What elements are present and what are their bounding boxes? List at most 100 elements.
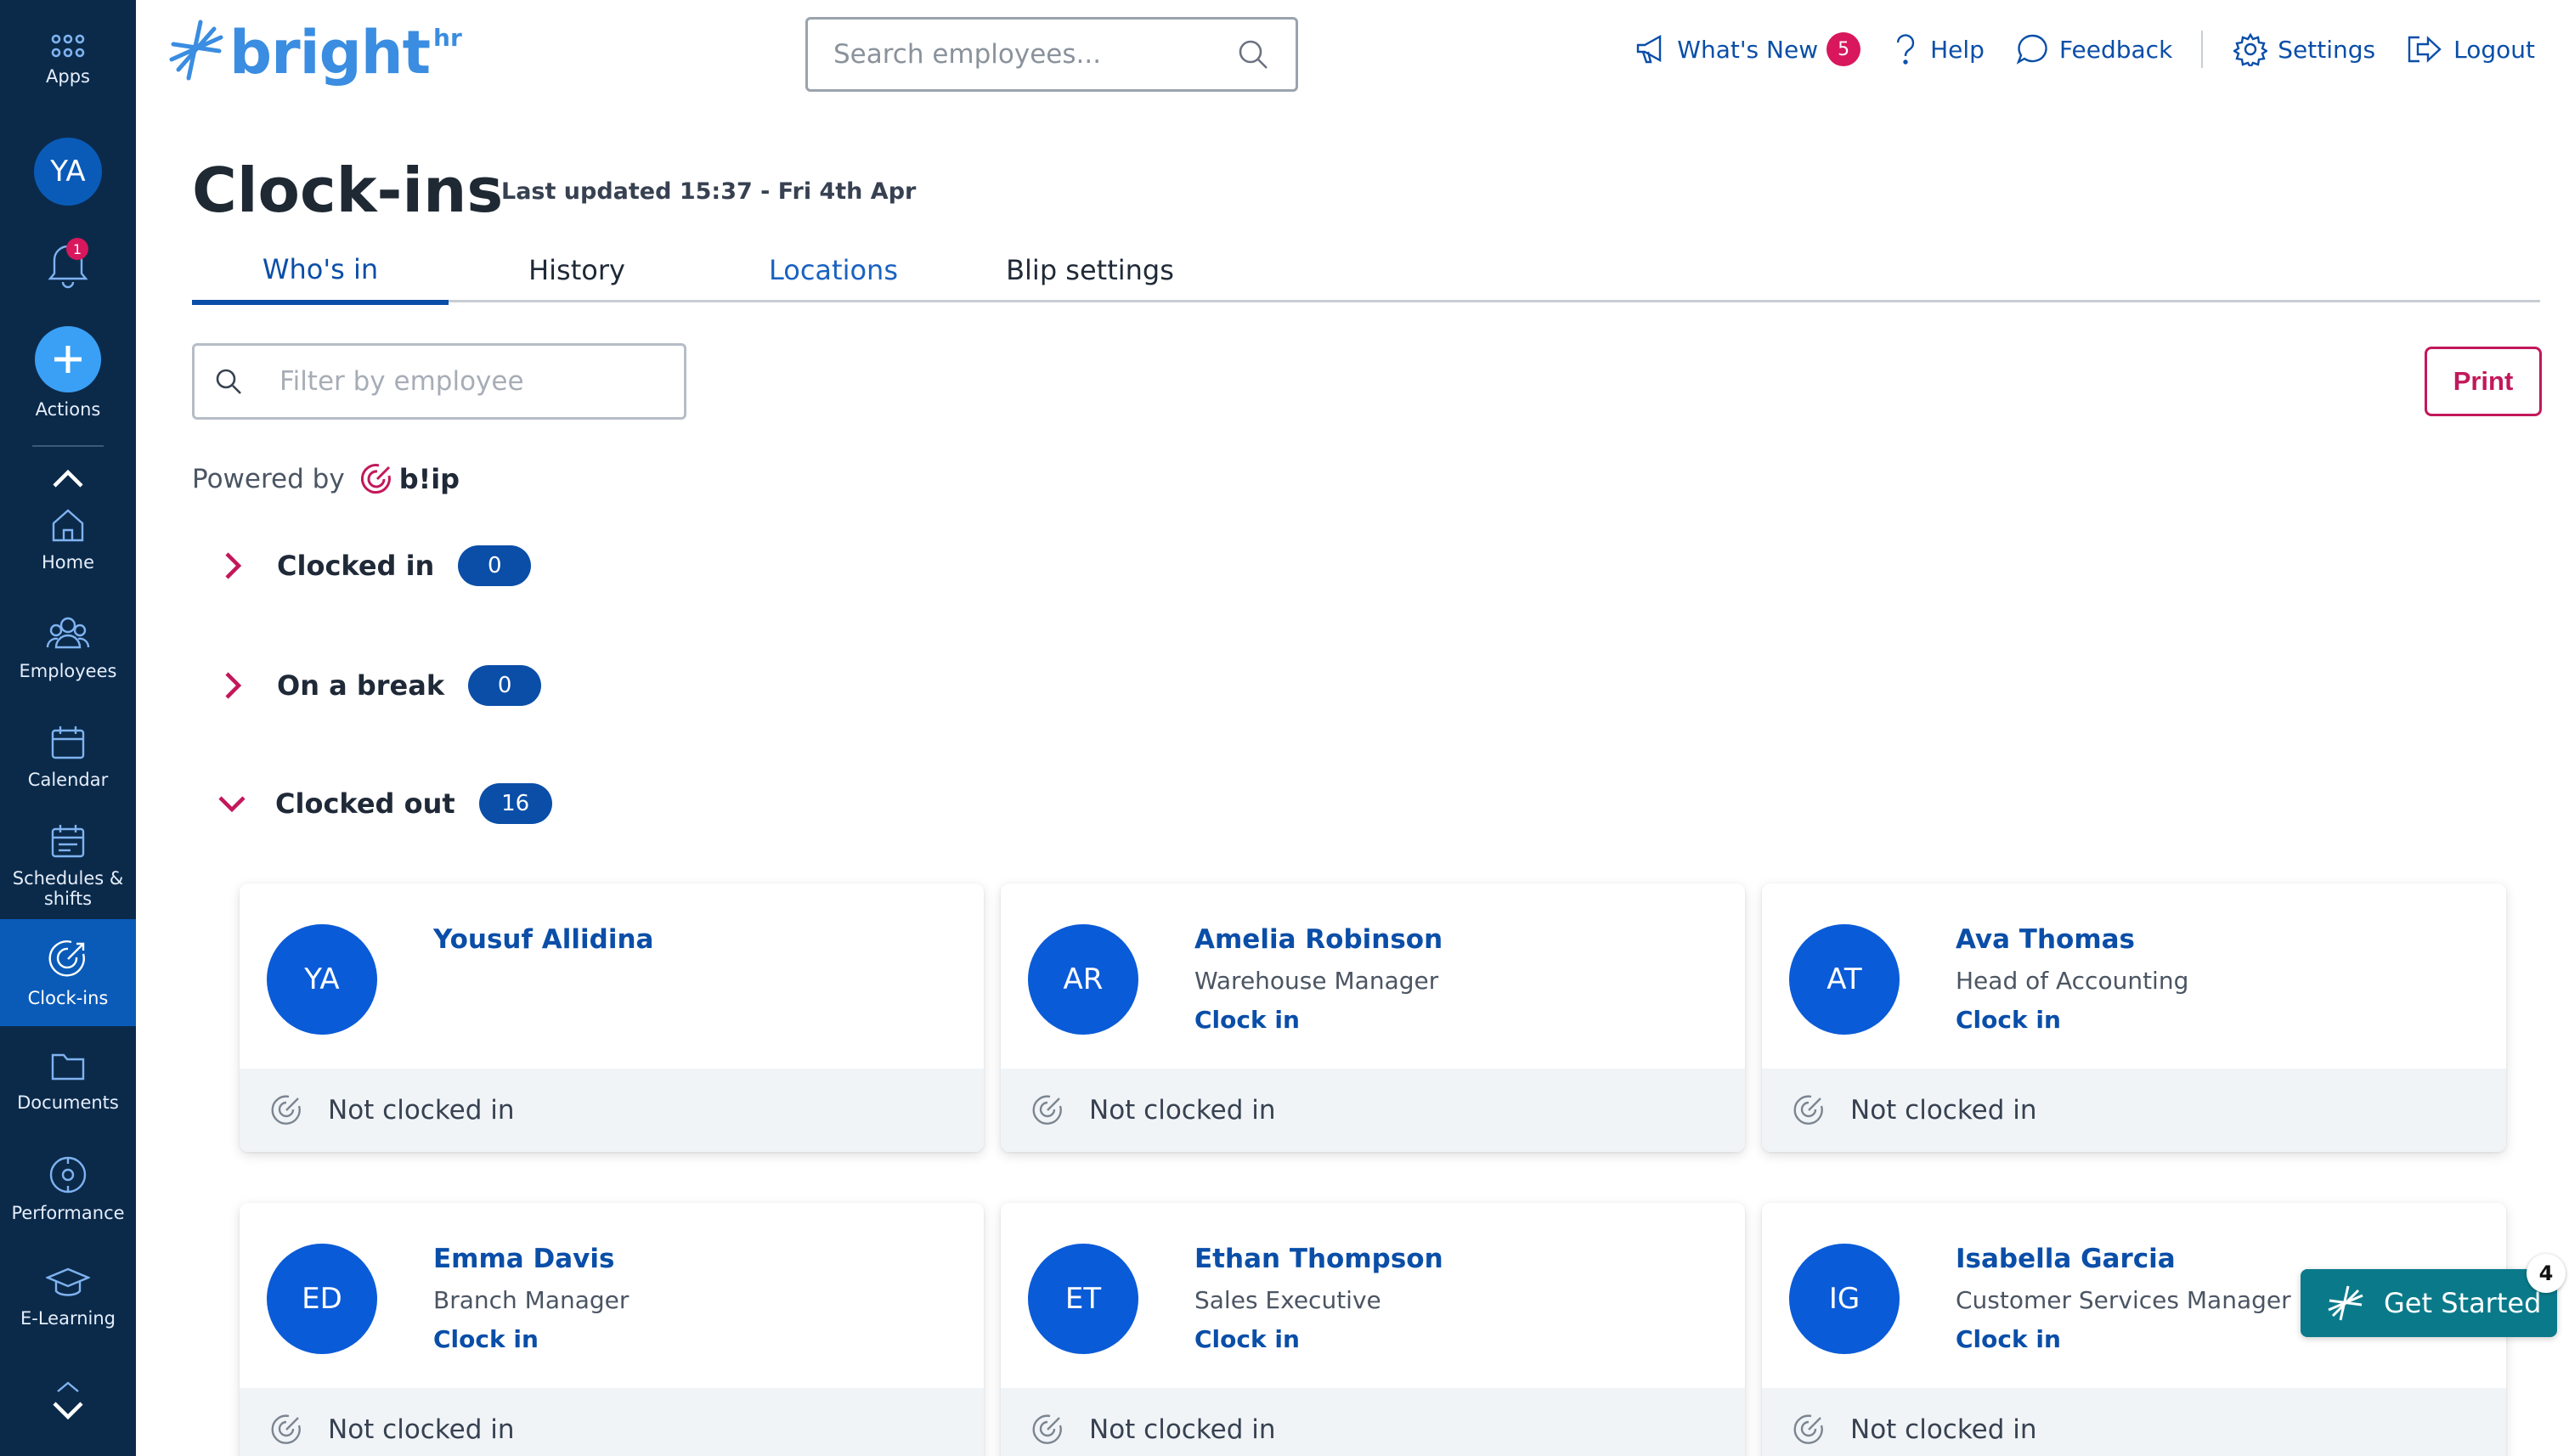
group-clocked-in[interactable]: Clocked in 0 bbox=[223, 545, 532, 586]
employee-role: Head of Accounting bbox=[1956, 967, 2189, 995]
brand-spark-icon bbox=[169, 20, 223, 81]
employee-card[interactable]: ED Emma Davis Branch Manager Clock in No… bbox=[240, 1203, 984, 1456]
get-started-label: Get Started bbox=[2384, 1287, 2542, 1319]
employee-role: Branch Manager bbox=[433, 1286, 630, 1314]
get-started-button[interactable]: Get Started bbox=[2301, 1269, 2557, 1337]
logout-link[interactable]: Logout bbox=[2406, 34, 2535, 65]
notification-badge: 1 bbox=[66, 238, 88, 260]
tab-blip-settings[interactable]: Blip settings bbox=[962, 243, 1218, 302]
employee-search-input[interactable] bbox=[833, 39, 1236, 70]
clock-in-link[interactable]: Clock in bbox=[1956, 1006, 2061, 1034]
group-on-a-break[interactable]: On a break 0 bbox=[223, 665, 542, 706]
employee-avatar: ET bbox=[1028, 1244, 1138, 1354]
performance-icon bbox=[49, 1156, 87, 1194]
last-updated-text: Last updated 15:37 - Fri 4th Apr bbox=[501, 178, 917, 205]
tab-history[interactable]: History bbox=[449, 243, 705, 302]
plus-icon bbox=[54, 346, 82, 373]
sidebar-item-label: E-Learning bbox=[20, 1308, 116, 1329]
sidebar-item-e-learning[interactable]: E-Learning bbox=[0, 1264, 136, 1329]
megaphone-icon bbox=[1637, 34, 1662, 64]
help-link[interactable]: Help bbox=[1891, 32, 1985, 66]
print-button[interactable]: Print bbox=[2425, 347, 2542, 416]
clock-status-text: Not clocked in bbox=[1850, 1414, 2037, 1445]
employee-avatar: AT bbox=[1789, 924, 1900, 1035]
user-avatar-button[interactable]: YA bbox=[0, 138, 136, 206]
apps-launcher[interactable]: Apps bbox=[0, 32, 136, 87]
clock-ins-icon bbox=[271, 1095, 301, 1125]
employee-role: Sales Executive bbox=[1194, 1286, 1381, 1314]
tab-locations[interactable]: Locations bbox=[705, 243, 962, 302]
clock-status: Not clocked in bbox=[240, 1388, 984, 1456]
home-icon bbox=[52, 509, 84, 542]
employee-card[interactable]: AT Ava Thomas Head of Accounting Clock i… bbox=[1762, 883, 2506, 1152]
sidebar-item-employees[interactable]: Employees bbox=[0, 615, 136, 681]
sidebar-item-schedules[interactable]: Schedules & shifts bbox=[0, 822, 136, 909]
employee-role: Warehouse Manager bbox=[1194, 967, 1439, 995]
settings-link[interactable]: Settings bbox=[2233, 32, 2375, 66]
clock-in-link[interactable]: Clock in bbox=[1194, 1006, 1300, 1034]
sidebar-item-label: Schedules & shifts bbox=[12, 868, 124, 909]
clock-ins-icon bbox=[1793, 1414, 1823, 1444]
sidebar-item-performance[interactable]: Performance bbox=[0, 1154, 136, 1223]
clock-status-text: Not clocked in bbox=[328, 1095, 515, 1126]
search-icon[interactable] bbox=[1236, 37, 1270, 71]
sidebar-item-clock-ins[interactable]: Clock-ins bbox=[0, 919, 136, 1026]
sidebar-divider bbox=[32, 445, 104, 447]
clock-in-link[interactable]: Clock in bbox=[1956, 1325, 2061, 1353]
sidebar: Apps YA 1 Actions Home Employees Calenda… bbox=[0, 0, 136, 1456]
employee-name[interactable]: Isabella Garcia bbox=[1956, 1244, 2176, 1274]
search-icon bbox=[216, 369, 241, 394]
clock-in-link[interactable]: Clock in bbox=[433, 1325, 539, 1353]
clock-status: Not clocked in bbox=[1001, 1069, 1745, 1152]
employee-search[interactable] bbox=[805, 17, 1298, 92]
employee-card[interactable]: AR Amelia Robinson Warehouse Manager Clo… bbox=[1001, 883, 1745, 1152]
brighthr-logo[interactable]: bright hr bbox=[167, 19, 462, 87]
group-clocked-out[interactable]: Clocked out 16 bbox=[218, 783, 552, 824]
sidebar-item-home[interactable]: Home bbox=[0, 506, 136, 573]
sidebar-item-label: Calendar bbox=[27, 770, 109, 790]
employee-card[interactable]: ET Ethan Thompson Sales Executive Clock … bbox=[1001, 1203, 1745, 1456]
employee-avatar: IG bbox=[1789, 1244, 1900, 1354]
clock-status-text: Not clocked in bbox=[1089, 1414, 1276, 1445]
employee-name[interactable]: Ethan Thompson bbox=[1194, 1244, 1443, 1274]
sidebar-scroll-up[interactable] bbox=[0, 466, 136, 489]
clock-status: Not clocked in bbox=[240, 1069, 984, 1152]
feedback-link[interactable]: Feedback bbox=[2015, 32, 2172, 66]
calendar-icon bbox=[51, 726, 85, 759]
sidebar-item-label: Home bbox=[41, 552, 94, 573]
apps-grid-icon bbox=[51, 34, 85, 58]
group-name: Clocked in bbox=[277, 550, 435, 582]
employee-card[interactable]: YA Yousuf Allidina Not clocked in bbox=[240, 883, 984, 1152]
clock-ins-icon bbox=[1793, 1095, 1823, 1125]
employee-role: Customer Services Manager bbox=[1956, 1286, 2291, 1314]
employee-name[interactable]: Emma Davis bbox=[433, 1244, 614, 1274]
whats-new-link[interactable]: What's New 5 bbox=[1635, 32, 1861, 66]
employee-name[interactable]: Ava Thomas bbox=[1956, 924, 2135, 955]
sidebar-item-documents[interactable]: Documents bbox=[0, 1047, 136, 1113]
sidebar-item-calendar[interactable]: Calendar bbox=[0, 724, 136, 790]
header-links: What's New 5 Help Feedback Settings Logo… bbox=[1604, 31, 2535, 68]
user-avatar: YA bbox=[34, 138, 102, 206]
chevron-up-icon bbox=[53, 469, 83, 488]
chevron-down-icon bbox=[53, 1381, 83, 1420]
employee-name[interactable]: Yousuf Allidina bbox=[433, 924, 653, 955]
group-name: On a break bbox=[277, 669, 445, 702]
actions-button[interactable]: Actions bbox=[0, 326, 136, 420]
filter-input[interactable] bbox=[279, 366, 665, 397]
blip-logo: b!ip bbox=[360, 462, 460, 496]
header-divider bbox=[2201, 31, 2204, 68]
tab-bar: Who's in History Locations Blip settings bbox=[192, 243, 2540, 305]
sidebar-scroll-down[interactable] bbox=[0, 1376, 136, 1427]
employee-avatar: YA bbox=[267, 924, 377, 1035]
group-count-badge: 16 bbox=[478, 783, 552, 824]
logout-icon bbox=[2408, 36, 2442, 63]
notifications-button[interactable]: 1 bbox=[0, 234, 136, 289]
employee-name[interactable]: Amelia Robinson bbox=[1194, 924, 1443, 955]
get-started-count-badge: 4 bbox=[2527, 1254, 2566, 1293]
tab-whos-in[interactable]: Who's in bbox=[192, 243, 449, 305]
logout-label: Logout bbox=[2453, 35, 2535, 64]
brand-suffix: hr bbox=[433, 24, 462, 52]
filter-by-employee[interactable] bbox=[192, 343, 686, 420]
clock-in-link[interactable]: Clock in bbox=[1194, 1325, 1300, 1353]
actions-label: Actions bbox=[35, 399, 101, 420]
